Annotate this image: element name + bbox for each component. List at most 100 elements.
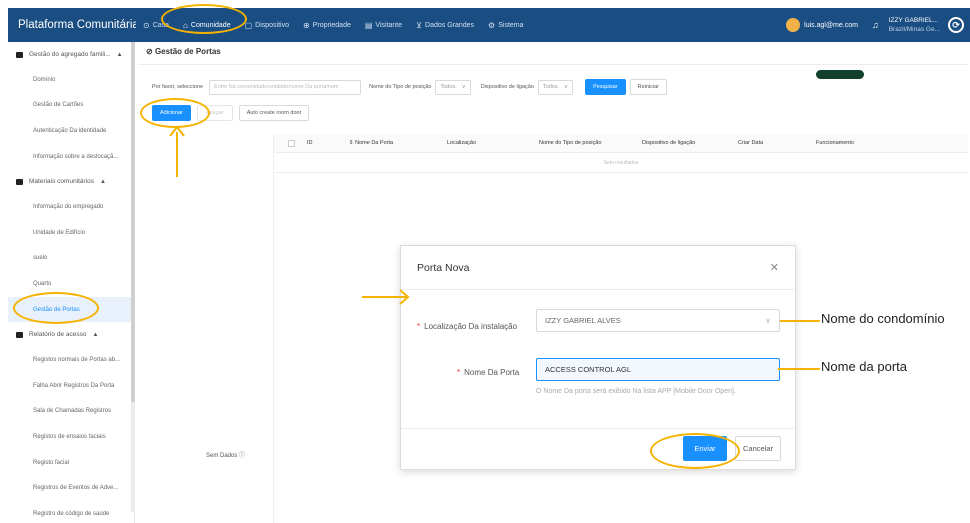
column-header[interactable]: ID: [301, 140, 343, 146]
sidebar-item[interactable]: Informação sobre a deslocaçã...: [8, 144, 134, 170]
home-icon: ⊙: [143, 20, 150, 30]
nav-item-label: Comunidade: [190, 21, 231, 29]
group-icon: [16, 178, 23, 185]
divider: [401, 428, 795, 429]
top-navigation-bar: Plataforma Comunitária ... ⊙Casa⌂Comunid…: [8, 8, 970, 42]
system-icon: ⚙: [488, 20, 496, 30]
sidebar-item[interactable]: Registo facial: [8, 450, 134, 476]
table-header: ID ⇕ Nome Da Porta Localização Nome do T…: [274, 134, 968, 153]
column-header[interactable]: Funcionamento: [810, 140, 910, 146]
add-button[interactable]: Adicionar: [152, 105, 191, 121]
door-name-label: * Nome Da Porta: [457, 368, 519, 377]
logout-icon[interactable]: ⟳: [948, 17, 964, 33]
nav-item-label: Propriedade: [312, 21, 351, 29]
visitor-icon: ▤: [364, 20, 373, 30]
sidebar: Gestão do agregado famili... ▲ Domínio Gest…: [8, 42, 135, 523]
nav-item-bigdata[interactable]: ⊻ Dados Grandes: [409, 8, 481, 42]
sidebar-item[interactable]: Sala de Chamadas Registros: [8, 399, 134, 425]
sidebar-group-label: Gestão do agregado famili...: [29, 51, 111, 58]
search-button[interactable]: Pesquisar: [585, 79, 626, 95]
user-email[interactable]: luis.agl@me.com: [804, 22, 858, 29]
column-header-label: Nome Da Porta: [355, 140, 394, 146]
auto-create-door-button[interactable]: Auto create room door: [238, 105, 310, 121]
doors-table: ID ⇕ Nome Da Porta Localização Nome do T…: [274, 134, 968, 173]
divider: [401, 289, 795, 290]
nav-item-property[interactable]: ⊕ Propriedade: [296, 8, 358, 42]
delete-button[interactable]: Apagar: [196, 105, 233, 121]
user-region: Brazil/Minas Ge...: [888, 26, 940, 33]
location-label: * Localização Da instalação: [417, 322, 517, 331]
sidebar-item[interactable]: Gestão de Portas: [8, 296, 134, 323]
location-select[interactable]: IZZY GABRIEL ALVES ∨: [536, 309, 780, 332]
notification-bell-icon[interactable]: ♫: [872, 20, 879, 30]
type-filter-select[interactable]: Todos. ∨: [435, 79, 471, 95]
sidebar-item[interactable]: Registos normais de Portas ab...: [8, 347, 134, 373]
chevron-up-icon: ▲: [92, 331, 99, 338]
sidebar-item[interactable]: Registros de Eventos de Adve...: [8, 475, 134, 501]
bigdata-icon: ⊻: [416, 20, 423, 30]
chevron-down-icon: ∨: [564, 84, 569, 90]
column-header[interactable]: Localização: [441, 140, 533, 146]
sidebar-item[interactable]: Domínio: [8, 67, 134, 93]
dialog-title: Porta Nova: [417, 262, 470, 274]
device-filter-label: Dispositivo de ligação: [480, 84, 534, 90]
nav-item-home[interactable]: ⊙ Casa: [136, 8, 176, 42]
location-value: IZZY GABRIEL ALVES: [545, 316, 621, 325]
sidebar-item[interactable]: Registro de código de saúde: [8, 501, 134, 523]
submit-button[interactable]: Enviar: [683, 436, 727, 461]
page-title: ⊘ Gestão de Portas: [146, 47, 221, 56]
sidebar-group[interactable]: Gestão do agregado famili... ▲: [8, 42, 134, 67]
redaction-pill: [816, 70, 864, 79]
cancel-button[interactable]: Cancelar: [735, 436, 781, 461]
sidebar-item[interactable]: Registos de ensaios faciais: [8, 424, 134, 450]
search-input[interactable]: Entre Na comunidade/unidade/nome Da port…: [209, 79, 362, 95]
new-door-dialog: Porta Nova ✕ * Localização Da instalação…: [400, 245, 796, 470]
nav-item-label: Casa: [152, 21, 170, 29]
door-icon: ⊘: [146, 47, 153, 56]
user-avatar[interactable]: [786, 18, 801, 32]
sidebar-item[interactable]: Informação do empregado: [8, 194, 134, 220]
nav-item-visitor[interactable]: ▤ Visitante: [358, 8, 409, 42]
nav-item-device[interactable]: ▢ Dispositivo: [238, 8, 296, 42]
nav-item-community[interactable]: ⌂ Comunidade: [176, 8, 238, 42]
select-all-checkbox[interactable]: [288, 139, 295, 147]
sidebar-item[interactable]: suelo: [8, 246, 134, 272]
required-marker: *: [417, 322, 421, 331]
dialog-actions: Enviar Cancelar: [683, 436, 781, 461]
empty-table-row: Sem resultados: [274, 153, 968, 173]
search-placeholder: Entre Na comunidade/unidade/nome Da port…: [214, 84, 339, 90]
user-area: luis.agl@me.com ♫ IZZY GABRIEL... Brazil…: [786, 8, 970, 42]
sidebar-item[interactable]: Falha Abrir Registros Da Porta: [8, 373, 134, 399]
nav-item-label: Sistema: [498, 21, 524, 29]
chevron-down-icon: ∨: [461, 84, 466, 90]
sidebar-item[interactable]: Gestão de Cartões: [8, 93, 134, 119]
sidebar-group[interactable]: Materiais comunitários ▲: [8, 169, 134, 194]
sidebar-item[interactable]: Quarto: [8, 271, 134, 297]
app-title[interactable]: Plataforma Comunitária ...: [8, 19, 136, 31]
property-icon: ⊕: [303, 20, 310, 30]
column-header[interactable]: Nome do Tipo de posição: [533, 140, 636, 146]
reset-button[interactable]: Reiniciar: [629, 79, 668, 95]
device-filter-select[interactable]: Todos. ∨: [537, 79, 574, 95]
type-filter-value: Todos.: [440, 84, 457, 90]
sidebar-scrollbar[interactable]: [131, 42, 135, 512]
close-icon[interactable]: ✕: [770, 261, 779, 274]
user-name: IZZY GABRIEL...: [888, 17, 939, 24]
user-profile[interactable]: IZZY GABRIEL... Brazil/Minas Ge...: [889, 16, 940, 34]
column-header[interactable]: ⇕ Nome Da Porta: [343, 140, 441, 146]
group-icon: [16, 331, 23, 338]
sidebar-item[interactable]: Autenticação Da identidade: [8, 118, 134, 144]
sidebar-item[interactable]: Unidade de Edifício: [8, 220, 134, 246]
nav-item-label: Dados Grandes: [425, 21, 475, 29]
door-name-value: ACCESS CONTROL AGL: [545, 365, 631, 374]
sidebar-group-label: Relatório de acesso: [29, 331, 87, 339]
sidebar-group[interactable]: Relatório de acesso ▲: [8, 322, 134, 347]
column-header[interactable]: Dispositivo de ligação: [636, 140, 732, 146]
chevron-up-icon: ▲: [116, 51, 123, 58]
door-name-input[interactable]: ACCESS CONTROL AGL: [536, 358, 780, 381]
nav-item-system[interactable]: ⚙ Sistema: [481, 8, 530, 42]
action-row: Adicionar Apagar Auto create room door: [152, 105, 310, 121]
divider: [138, 64, 968, 65]
column-header[interactable]: Criar Data: [732, 140, 810, 146]
scrollbar-thumb[interactable]: [131, 42, 135, 402]
